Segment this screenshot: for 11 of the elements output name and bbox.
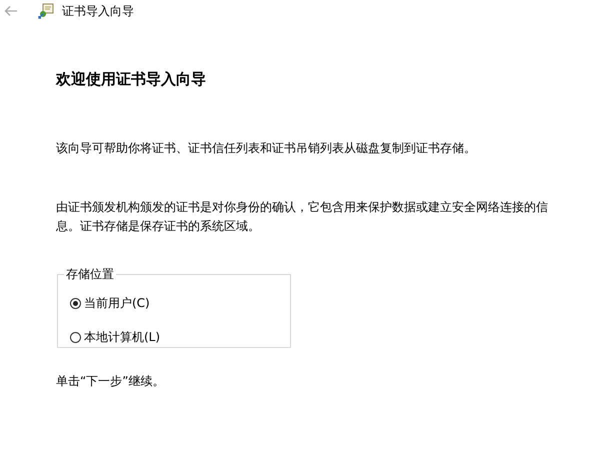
window-title: 证书导入向导 <box>62 2 134 20</box>
radio-button[interactable] <box>70 298 81 309</box>
radio-option[interactable]: 当前用户(C) <box>70 295 150 312</box>
paragraph: 由证书颁发机构颁发的证书是对你身份的确认，它包含用来保护数据或建立安全网络连接的信息。证书存储是保存证书的系统区域。 <box>56 199 548 235</box>
instruction-text: 单击“下一步”继续。 <box>56 373 166 390</box>
page-heading: 欢迎使用证书导入向导 <box>56 70 207 89</box>
certificate-icon <box>38 3 54 19</box>
paragraph: 该向导可帮助你将证书、证书信任列表和证书吊销列表从磁盘复制到证书存储。 <box>56 140 477 157</box>
group-label: 存储位置 <box>65 266 115 283</box>
radio-button[interactable] <box>70 332 81 343</box>
radio-option[interactable]: 本地计算机(L) <box>70 329 160 346</box>
